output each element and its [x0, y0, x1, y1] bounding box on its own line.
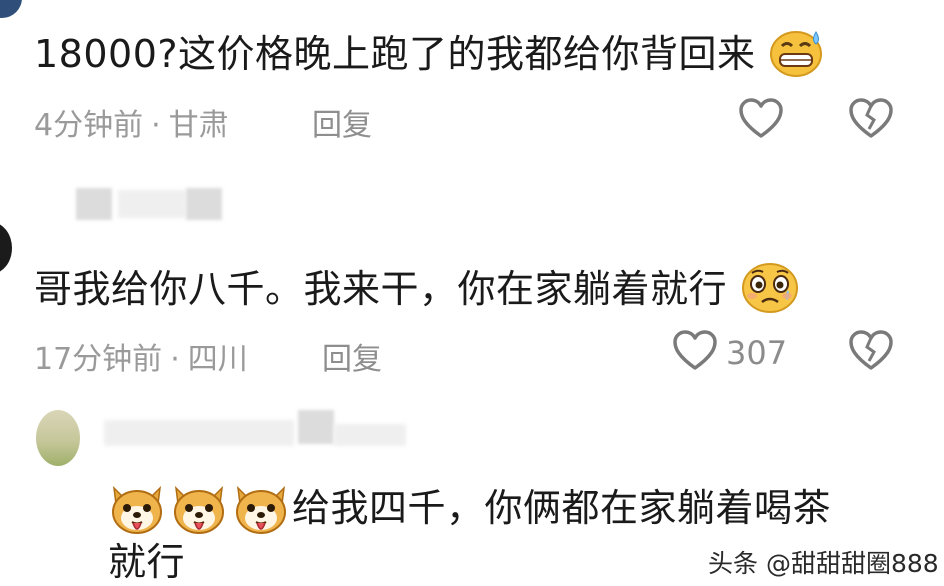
- comment-3-text-line1: 给我四千，你俩都在家躺着喝茶: [292, 486, 831, 530]
- comment-2-text: 哥我给你八千。我来干，你在家躺着就行: [34, 260, 800, 323]
- dislike-broken-heart-icon[interactable]: [848, 98, 894, 144]
- meta-separator: ·: [170, 342, 180, 377]
- comment-2-like-group[interactable]: 307: [672, 330, 787, 376]
- comment-2-meta: 17分钟前 · 四川: [34, 334, 248, 378]
- comment-2-reply-button[interactable]: 回复: [322, 334, 382, 378]
- avatar-top[interactable]: [0, 0, 22, 18]
- dog-tongue-emoji: [232, 482, 290, 540]
- username-blurred-2: [118, 190, 186, 218]
- comment-1-location: 甘肃: [168, 108, 229, 143]
- comment-1-body: 18000?这价格晚上跑了的我都给你背回来: [34, 32, 756, 76]
- reply-label: 回复: [322, 342, 382, 377]
- username-blurred-3: [334, 424, 406, 446]
- watermark-platform: 头条: [708, 549, 759, 578]
- username-blurred-2: [298, 410, 334, 444]
- comment-1-text: 18000?这价格晚上跑了的我都给你背回来: [34, 26, 826, 87]
- comment-2-body: 哥我给你八千。我来干，你在家躺着就行: [34, 267, 728, 311]
- username-blurred[interactable]: [104, 420, 294, 446]
- comment-1-time: 4分钟前: [34, 108, 144, 143]
- comment-2-time: 17分钟前: [34, 342, 163, 377]
- comment-1-meta: 4分钟前 · 甘肃: [34, 100, 229, 144]
- username-blurred-3: [186, 188, 222, 220]
- username-blurred[interactable]: [76, 188, 112, 220]
- like-heart-icon[interactable]: [672, 330, 718, 376]
- dog-tongue-emoji: [170, 482, 228, 540]
- like-count: 307: [726, 334, 788, 372]
- dislike-broken-heart-icon[interactable]: [848, 330, 894, 376]
- comment-3-text-line2: 就行: [108, 540, 185, 584]
- dog-tongue-emoji: [108, 482, 166, 540]
- watermark: 头条 @甜甜甜圈888: [708, 544, 939, 580]
- comment-3-body: 给我四千，你俩都在家躺着喝茶: [292, 486, 832, 530]
- reply-label: 回复: [312, 108, 372, 143]
- avatar-comment-2[interactable]: [0, 222, 12, 274]
- comment-3-body-continued: 就行: [108, 540, 186, 584]
- watermark-handle: @甜甜甜圈888: [765, 549, 939, 578]
- grinning-sweat-emoji: [768, 26, 826, 87]
- pleading-tear-emoji: [740, 260, 800, 323]
- comment-2-location: 四川: [187, 342, 248, 377]
- avatar-comment-3[interactable]: [36, 410, 80, 466]
- comment-1-reply-button[interactable]: 回复: [312, 100, 372, 144]
- like-heart-icon[interactable]: [738, 98, 784, 144]
- comment-3-emojis: [108, 482, 290, 540]
- meta-separator: ·: [151, 108, 161, 143]
